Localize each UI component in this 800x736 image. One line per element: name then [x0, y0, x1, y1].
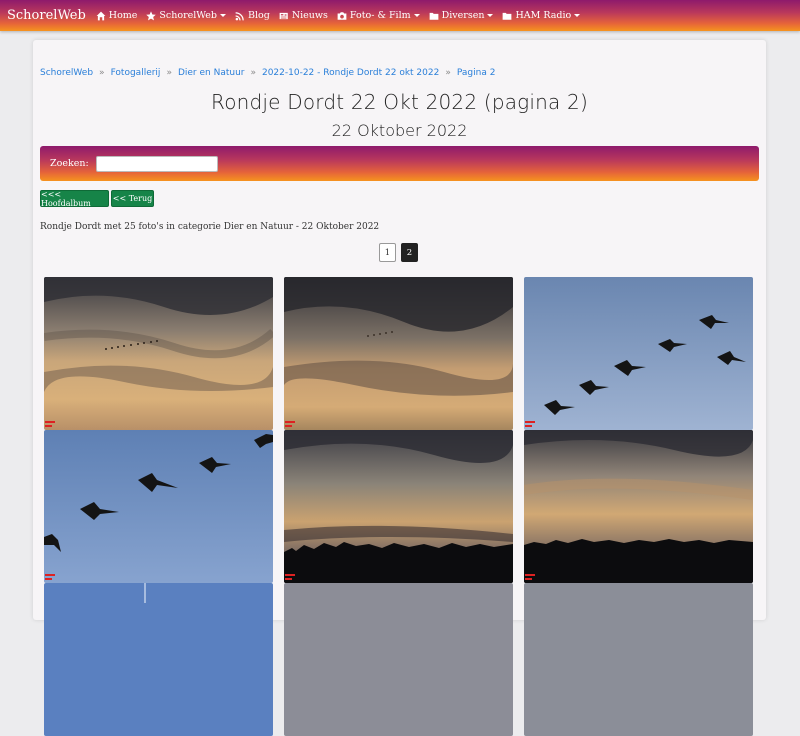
gallery-photo[interactable] — [524, 583, 753, 736]
breadcrumb: SchorelWeb » Fotogallerij » Dier en Natu… — [40, 68, 495, 78]
photo-blue-sky-geese — [524, 277, 753, 430]
gallery-photo[interactable] — [524, 277, 753, 430]
nav-home[interactable]: Home — [96, 10, 138, 21]
breadcrumb-separator: » — [166, 68, 172, 78]
gallery-photo[interactable] — [44, 430, 273, 583]
photo-blue-sky-geese-close — [44, 430, 273, 583]
folder-icon — [503, 12, 512, 20]
photo-sky-partial — [524, 583, 753, 736]
breadcrumb-item-current[interactable]: Pagina 2 — [457, 68, 496, 78]
gallery-photo[interactable] — [44, 583, 273, 736]
breadcrumb-separator: » — [99, 68, 105, 78]
nav-schorelweb[interactable]: SchorelWeb — [146, 10, 226, 21]
pagination: 1 2 — [379, 243, 418, 262]
home-icon — [96, 11, 106, 20]
camera-icon — [337, 11, 347, 20]
chevron-down-icon — [487, 14, 494, 17]
gallery-photo[interactable] — [524, 430, 753, 583]
folder-icon — [429, 12, 439, 20]
nav-home-label: Home — [108, 10, 138, 21]
breadcrumb-item[interactable]: SchorelWeb — [40, 68, 93, 78]
nav-foto-film[interactable]: Foto- & Film — [337, 10, 420, 21]
brand-logo[interactable]: SchorelWeb — [7, 8, 86, 23]
nav-nieuws[interactable]: Nieuws — [279, 10, 328, 21]
page-subtitle: 22 Oktober 2022 — [331, 121, 468, 140]
star-icon — [146, 10, 157, 20]
page-title: Rondje Dordt 22 Okt 2022 (pagina 2) — [211, 90, 588, 114]
content-card: SchorelWeb » Fotogallerij » Dier en Natu… — [33, 40, 766, 736]
breadcrumb-item[interactable]: Fotogallerij — [111, 68, 161, 78]
gallery-photo[interactable] — [44, 277, 273, 430]
main-album-button[interactable]: <<< Hoofdalbum — [40, 190, 109, 208]
gallery-photo[interactable] — [284, 583, 513, 736]
page-link-1[interactable]: 1 — [379, 243, 396, 262]
photo-blue-sky-partial — [44, 583, 273, 736]
chevron-down-icon — [219, 14, 226, 17]
top-navbar: SchorelWeb Home SchorelWeb Blog Nieuws F… — [0, 0, 800, 31]
nav-ham-radio[interactable]: HAM Radio — [502, 10, 581, 21]
photo-sunset-geese-formation — [44, 277, 273, 430]
search-bar: Zoeken: — [40, 146, 759, 181]
breadcrumb-item[interactable]: 2022-10-22 - Rondje Dordt 22 okt 2022 — [262, 68, 439, 78]
chevron-down-icon — [574, 14, 581, 17]
nav-blog[interactable]: Blog — [235, 10, 270, 21]
nav-ham-radio-label: HAM Radio — [515, 10, 572, 21]
back-button[interactable]: << Terug — [111, 190, 154, 207]
photo-sunset-treeline — [284, 430, 513, 583]
photo-sky-partial — [284, 583, 513, 736]
gallery-photo[interactable] — [284, 277, 513, 430]
nav-foto-film-label: Foto- & Film — [349, 10, 411, 21]
album-description: Rondje Dordt met 25 foto's in categorie … — [40, 222, 380, 232]
nav-nieuws-label: Nieuws — [291, 10, 328, 21]
chevron-down-icon — [413, 14, 420, 17]
gallery-photo[interactable] — [284, 430, 513, 583]
rss-icon — [235, 11, 244, 20]
page-link-2-current[interactable]: 2 — [401, 243, 418, 262]
nav-diversen-label: Diversen — [441, 10, 485, 21]
nav-diversen[interactable]: Diversen — [429, 10, 494, 21]
photo-sunset-distant-geese — [284, 277, 513, 430]
photo-sunset-treeline-wide — [524, 430, 753, 583]
nav-schorelweb-label: SchorelWeb — [159, 10, 217, 21]
breadcrumb-item[interactable]: Dier en Natuur — [178, 68, 245, 78]
breadcrumb-separator: » — [445, 68, 451, 78]
nav-blog-label: Blog — [247, 10, 270, 21]
search-input[interactable] — [95, 155, 218, 172]
newspaper-icon — [279, 12, 288, 19]
search-label: Zoeken: — [50, 158, 89, 169]
breadcrumb-separator: » — [250, 68, 256, 78]
